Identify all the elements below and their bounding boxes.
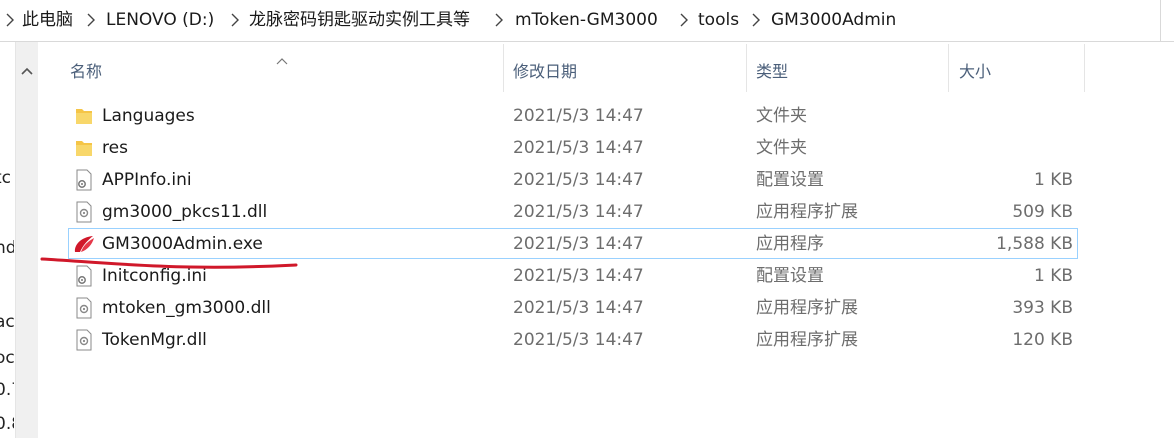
breadcrumb-mtoken[interactable]: mToken-GM3000 — [515, 9, 658, 31]
column-header-type[interactable]: 类型 — [756, 58, 788, 82]
file-name: Languages — [102, 106, 195, 126]
nav-item-fragment[interactable]: 0.7 — [0, 380, 14, 400]
file-row[interactable]: TokenMgr.dll 2021/5/3 14:47 应用程序扩展 120 K… — [68, 324, 1078, 355]
file-size: 120 KB — [1012, 330, 1073, 350]
file-type: 应用程序扩展 — [756, 330, 858, 350]
file-row[interactable]: gm3000_pkcs11.dll 2021/5/3 14:47 应用程序扩展 … — [68, 196, 1078, 227]
file-row[interactable]: APPInfo.ini 2021/5/3 14:47 配置设置 1 KB — [68, 164, 1078, 195]
file-type: 文件夹 — [756, 106, 807, 126]
chevron-right-icon[interactable] — [6, 13, 14, 27]
file-date: 2021/5/3 14:47 — [513, 106, 644, 126]
dll-file-icon — [74, 329, 94, 351]
config-file-icon — [74, 169, 94, 191]
address-bar[interactable]: 此电脑 LENOVO (D:) 龙脉密码钥匙驱动实例工具等 mToken-GM3… — [0, 0, 1174, 42]
file-size: 1 KB — [1033, 170, 1073, 190]
file-date: 2021/5/3 14:47 — [513, 298, 644, 318]
column-divider[interactable] — [948, 44, 949, 92]
file-name: res — [102, 138, 128, 158]
column-header-size[interactable]: 大小 — [959, 58, 991, 82]
file-type: 应用程序 — [756, 234, 824, 254]
annotation-underline — [40, 257, 298, 269]
file-date: 2021/5/3 14:47 — [513, 170, 644, 190]
app-exe-icon — [71, 233, 97, 255]
file-name: APPInfo.ini — [102, 170, 192, 190]
folder-icon — [74, 137, 94, 159]
file-name: mtoken_gm3000.dll — [102, 298, 271, 318]
navigation-pane[interactable]: tc nd ac oc 0.7 0.8 — [0, 42, 14, 438]
file-type: 应用程序扩展 — [756, 202, 858, 222]
file-date: 2021/5/3 14:47 — [513, 234, 644, 254]
address-bar-divider — [1160, 0, 1161, 41]
column-header-date[interactable]: 修改日期 — [513, 58, 577, 82]
dll-file-icon — [74, 201, 94, 223]
file-size: 393 KB — [1012, 298, 1073, 318]
file-name: gm3000_pkcs11.dll — [102, 202, 268, 222]
chevron-right-icon[interactable] — [680, 13, 688, 27]
sort-ascending-icon — [276, 50, 288, 69]
file-type: 配置设置 — [756, 170, 824, 190]
chevron-right-icon[interactable] — [231, 13, 239, 27]
file-name: TokenMgr.dll — [102, 330, 207, 350]
file-date: 2021/5/3 14:47 — [513, 266, 644, 286]
file-row[interactable]: Languages 2021/5/3 14:47 文件夹 — [68, 100, 1078, 131]
file-date: 2021/5/3 14:47 — [513, 330, 644, 350]
file-date: 2021/5/3 14:47 — [513, 138, 644, 158]
nav-item-fragment[interactable]: tc — [0, 168, 11, 188]
column-divider[interactable] — [1084, 44, 1085, 92]
file-row[interactable]: res 2021/5/3 14:47 文件夹 — [68, 132, 1078, 163]
chevron-right-icon[interactable] — [495, 13, 503, 27]
file-size: 1,588 KB — [996, 234, 1073, 254]
chevron-right-icon[interactable] — [752, 13, 760, 27]
breadcrumb-tools[interactable]: tools — [698, 9, 739, 31]
breadcrumb-this-pc[interactable]: 此电脑 — [22, 9, 73, 31]
column-header-name[interactable]: 名称 — [70, 58, 102, 82]
file-type: 配置设置 — [756, 266, 824, 286]
nav-scrollbar[interactable] — [15, 42, 38, 438]
column-divider[interactable] — [746, 44, 747, 92]
dll-file-icon — [74, 297, 94, 319]
file-row[interactable]: mtoken_gm3000.dll 2021/5/3 14:47 应用程序扩展 … — [68, 292, 1078, 323]
nav-item-fragment[interactable]: ac — [0, 312, 14, 332]
breadcrumb-current[interactable]: GM3000Admin — [771, 9, 896, 31]
scroll-up-arrow-icon[interactable] — [21, 60, 33, 79]
breadcrumb-drive[interactable]: LENOVO (D:) — [106, 9, 214, 31]
file-type: 应用程序扩展 — [756, 298, 858, 318]
file-type: 文件夹 — [756, 138, 807, 158]
nav-item-fragment[interactable]: nd — [0, 238, 14, 258]
breadcrumb-folder[interactable]: 龙脉密码钥匙驱动实例工具等 — [249, 9, 470, 31]
file-size: 509 KB — [1012, 202, 1073, 222]
file-date: 2021/5/3 14:47 — [513, 202, 644, 222]
folder-icon — [74, 105, 94, 127]
nav-item-fragment[interactable]: oc — [0, 348, 14, 368]
nav-item-fragment[interactable]: 0.8 — [0, 414, 14, 434]
chevron-right-icon[interactable] — [87, 13, 95, 27]
file-name: GM3000Admin.exe — [102, 234, 263, 254]
column-divider[interactable] — [503, 44, 504, 92]
file-size: 1 KB — [1033, 266, 1073, 286]
